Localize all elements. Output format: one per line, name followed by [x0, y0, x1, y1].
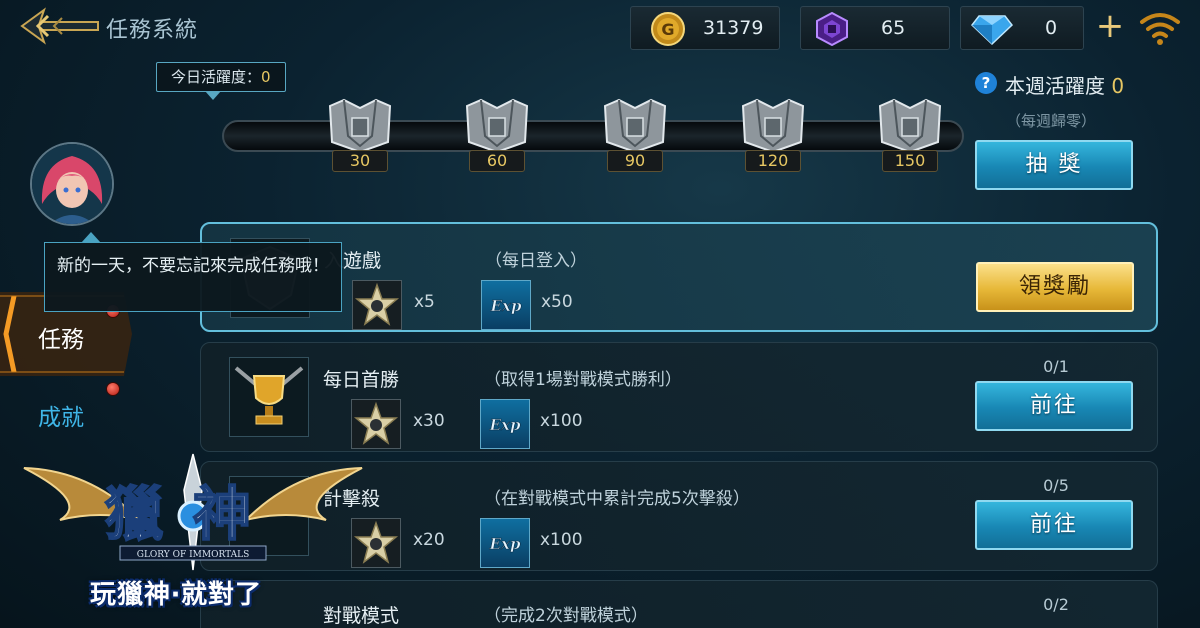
svg-text:Exp: Exp	[489, 535, 521, 553]
notification-dot	[106, 382, 120, 396]
milestone-chest-120[interactable]: 120	[735, 96, 811, 176]
go-button[interactable]: 前往	[975, 381, 1133, 431]
svg-text:Exp: Exp	[490, 297, 522, 315]
today-activity-value: 0	[261, 68, 271, 86]
milestone-chest-150[interactable]: 150	[872, 96, 948, 176]
svg-text:Exp: Exp	[489, 416, 521, 434]
purple-gem-icon	[815, 11, 849, 47]
svg-text:G: G	[661, 20, 674, 39]
weekly-activity-value: 0	[1111, 74, 1125, 98]
gem-counter: 65	[800, 6, 950, 50]
game-logo: 獵神 GLORY OF IMMORTALS 玩獵神‧就對了	[20, 450, 366, 628]
task-description: （在對戰模式中累計完成5次擊殺）	[484, 489, 750, 509]
logo-slogan: 玩獵神‧就對了	[90, 580, 263, 610]
chest-icon	[878, 98, 942, 154]
task-name: 每日首勝	[323, 369, 400, 391]
star-reward-icon	[351, 399, 401, 449]
character-portrait-icon	[32, 144, 112, 224]
milestone-value: 60	[469, 150, 525, 172]
gem-value: 65	[881, 17, 906, 39]
milestone-chest-30[interactable]: 30	[322, 96, 398, 176]
chest-icon	[465, 98, 529, 154]
weekly-activity: 本週活躍度 0	[1005, 70, 1124, 99]
winged-emblem-icon: 獵神 GLORY OF IMMORTALS	[23, 453, 363, 571]
today-activity-box: 今日活躍度：0	[156, 62, 286, 100]
milestone-value: 30	[332, 150, 388, 172]
back-arrow-icon[interactable]	[18, 6, 100, 46]
gold-value: 31379	[703, 17, 764, 39]
task-description: （每日登入）	[485, 251, 587, 271]
star-reward-qty: x30	[413, 411, 445, 431]
trophy-icon	[229, 357, 309, 437]
milestone-value: 120	[745, 150, 801, 172]
help-icon[interactable]: ?	[975, 72, 997, 94]
svg-text:GLORY OF IMMORTALS: GLORY OF IMMORTALS	[137, 550, 249, 560]
task-row: 每日首勝 （取得1場對戰模式勝利） x30 Exp x100 0/1 前往	[200, 342, 1158, 452]
exp-reward-icon: Exp	[480, 399, 530, 449]
task-row: 入遊戲 （每日登入） x5 Exp x50 領獎勵	[200, 222, 1158, 332]
chest-icon	[603, 98, 667, 154]
today-activity-label: 今日活躍度：	[171, 68, 262, 86]
svg-text:獵神: 獵神	[105, 480, 281, 548]
draw-button[interactable]: 抽 獎	[975, 140, 1133, 190]
exp-reward-qty: x100	[540, 530, 583, 550]
task-description: （完成2次對戰模式）	[484, 606, 648, 626]
gold-counter: G 31379	[630, 6, 780, 50]
tab-achievements-label: 成就	[38, 405, 84, 431]
go-button[interactable]: 前往	[975, 500, 1133, 550]
exp-reward-qty: x100	[540, 411, 583, 431]
diamond-icon	[970, 12, 1014, 46]
task-progress: 0/2	[1043, 595, 1069, 614]
task-progress: 0/1	[1043, 357, 1069, 376]
hint-tooltip: 新的一天，不要忘記來完成任務哦！	[44, 232, 342, 312]
tab-achievements[interactable]: 成就	[0, 378, 132, 448]
exp-reward-icon: Exp	[481, 280, 531, 330]
star-reward-icon	[352, 280, 402, 330]
gold-coin-icon: G	[651, 12, 685, 46]
chest-icon	[328, 98, 392, 154]
wifi-signal-icon	[1138, 10, 1182, 46]
milestone-value: 150	[882, 150, 938, 172]
avatar[interactable]	[30, 142, 114, 226]
tab-tasks-label: 任務	[38, 327, 84, 353]
star-reward-qty: x20	[413, 530, 445, 550]
diamond-counter: 0	[960, 6, 1084, 50]
star-reward-qty: x5	[414, 292, 435, 312]
claim-reward-button[interactable]: 領獎勵	[976, 262, 1134, 312]
task-progress: 0/5	[1043, 476, 1069, 495]
weekly-reset-note: （每週歸零）	[1006, 112, 1097, 130]
milestone-chest-90[interactable]: 90	[597, 96, 673, 176]
task-description: （取得1場對戰模式勝利）	[484, 370, 682, 390]
chest-icon	[741, 98, 805, 154]
diamond-value: 0	[1045, 17, 1058, 39]
add-currency-button[interactable]: +	[1094, 8, 1126, 44]
milestone-value: 90	[607, 150, 663, 172]
exp-reward-qty: x50	[541, 292, 573, 312]
weekly-activity-label: 本週活躍度	[1005, 74, 1112, 98]
exp-reward-icon: Exp	[480, 518, 530, 568]
milestone-chest-60[interactable]: 60	[459, 96, 535, 176]
page-title: 任務系統	[106, 18, 199, 43]
